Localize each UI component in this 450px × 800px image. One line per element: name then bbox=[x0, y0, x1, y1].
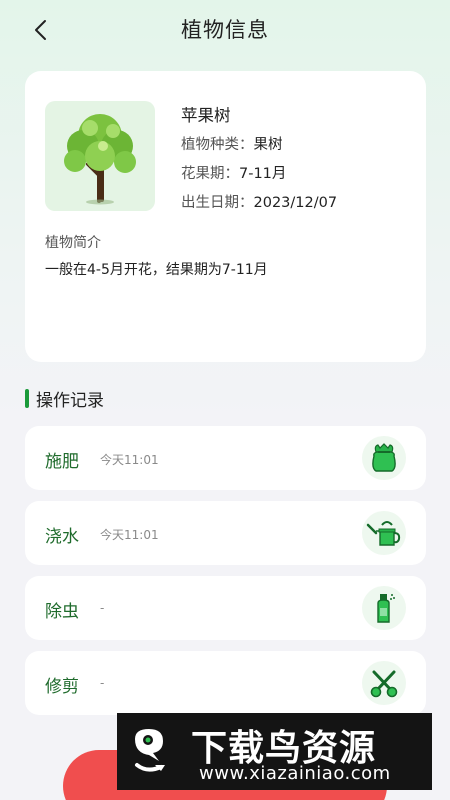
record-action: 修剪 bbox=[45, 677, 79, 697]
intro-text: 一般在4-5月开花，结果期为7-11月 bbox=[45, 262, 268, 278]
records-title: 操作记录 bbox=[36, 390, 104, 411]
spray-bottle-icon bbox=[377, 594, 395, 623]
record-row-water[interactable]: 浇水 今天11:01 bbox=[25, 501, 426, 565]
record-time: - bbox=[100, 676, 105, 690]
bird-logo-icon bbox=[125, 721, 185, 781]
fertilize-button[interactable] bbox=[362, 436, 406, 480]
plant-birth-value: 2023/12/07 bbox=[253, 195, 338, 211]
record-time: - bbox=[100, 601, 105, 615]
intro-label: 植物简介 bbox=[45, 235, 101, 251]
watermark-url: www.xiazainiao.com bbox=[199, 763, 391, 784]
record-row-prune[interactable]: 修剪 - bbox=[25, 651, 426, 715]
tree-icon bbox=[64, 114, 136, 205]
records-section-title: 操作记录 bbox=[25, 387, 104, 411]
nav-bar: 植物信息 bbox=[0, 0, 450, 60]
plant-season-value: 7-11月 bbox=[239, 166, 287, 182]
plant-season: 花果期：7-11月 bbox=[181, 162, 286, 183]
watering-can-icon bbox=[366, 521, 401, 546]
record-action: 浇水 bbox=[45, 527, 79, 547]
record-action: 除虫 bbox=[45, 602, 79, 622]
record-row-fertilize[interactable]: 施肥 今天11:01 bbox=[25, 426, 426, 490]
plant-image bbox=[45, 101, 155, 211]
watermark-banner: 下载鸟资源 www.xiazainiao.com bbox=[117, 713, 432, 790]
pest-control-button[interactable] bbox=[362, 586, 406, 630]
page-title: 植物信息 bbox=[181, 18, 269, 42]
scissors-icon bbox=[370, 670, 398, 698]
plant-type-value: 果树 bbox=[253, 137, 283, 153]
record-time: 今天11:01 bbox=[100, 528, 159, 542]
prune-button[interactable] bbox=[362, 661, 406, 705]
plant-birth-label: 出生日期： bbox=[181, 195, 254, 211]
plant-name: 苹果树 bbox=[181, 106, 231, 125]
record-row-pest[interactable]: 除虫 - bbox=[25, 576, 426, 640]
record-action: 施肥 bbox=[45, 452, 79, 472]
plant-type: 植物种类：果树 bbox=[181, 133, 283, 154]
fertilizer-bag-icon bbox=[372, 443, 396, 472]
record-time: 今天11:01 bbox=[100, 453, 159, 467]
plant-type-label: 植物种类： bbox=[181, 137, 254, 153]
plant-season-label: 花果期： bbox=[181, 166, 239, 182]
section-accent-bar bbox=[25, 388, 29, 408]
plant-info-card: 苹果树 植物种类：果树 花果期：7-11月 出生日期：2023/12/07 植物… bbox=[25, 71, 426, 362]
plant-birth-date: 出生日期：2023/12/07 bbox=[181, 191, 337, 212]
water-button[interactable] bbox=[362, 511, 406, 555]
